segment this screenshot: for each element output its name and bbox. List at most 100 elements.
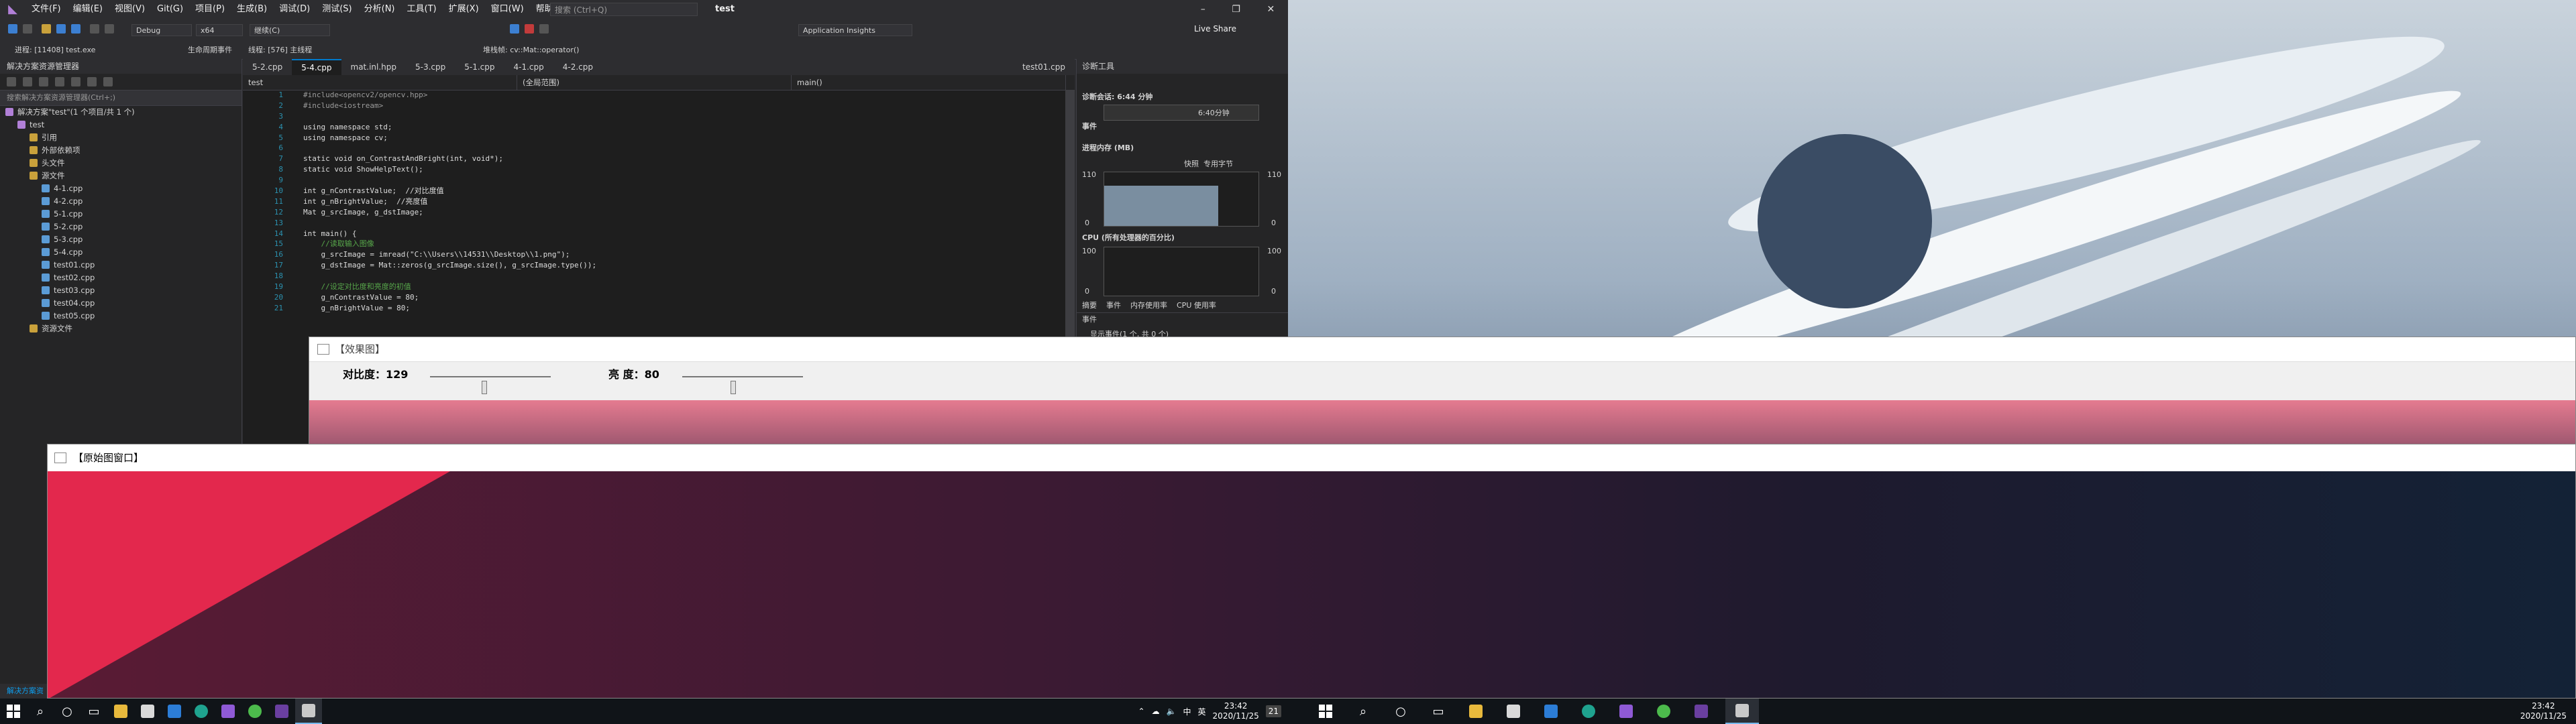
timeline-ruler[interactable]: 6:40分钟 (1104, 105, 1259, 121)
menu-window[interactable]: 窗口(W) (485, 0, 530, 19)
code-line[interactable]: int g_nBrightValue; //亮度值 (303, 196, 596, 207)
code-line[interactable]: Mat g_srcImage, g_dstImage; (303, 207, 596, 218)
menu-edit[interactable]: 编辑(E) (67, 0, 109, 19)
tab-memory[interactable]: 内存使用率 (1130, 299, 1167, 312)
tree-item[interactable]: 5-4.cpp (0, 246, 241, 259)
code-line[interactable] (303, 143, 596, 154)
chevron-up-icon[interactable]: ⌃ (1138, 707, 1145, 716)
lifecycle-events[interactable]: 生命周期事件 (188, 42, 232, 59)
tree-item[interactable]: 头文件 (0, 157, 241, 170)
tab-mat-inl-hpp[interactable]: mat.inl.hpp (341, 59, 407, 75)
tree-item[interactable]: test05.cpp (0, 310, 241, 322)
search-icon[interactable]: ⌕ (27, 699, 54, 724)
code-line[interactable]: using namespace std; (303, 122, 596, 133)
back-icon[interactable] (7, 77, 16, 86)
visual-studio-icon[interactable] (1613, 699, 1640, 724)
vscode-icon[interactable] (161, 699, 188, 724)
wechat-icon[interactable] (1650, 699, 1677, 724)
menu-git[interactable]: Git(G) (151, 0, 189, 19)
code-line[interactable]: //读取输入图像 (303, 239, 596, 249)
save-all-icon[interactable] (71, 24, 80, 34)
code-line[interactable]: int main() { (303, 229, 596, 239)
code-line[interactable]: using namespace cv; (303, 133, 596, 143)
tree-item[interactable]: 资源文件 (0, 322, 241, 335)
brightness-track[interactable] (682, 376, 803, 394)
notification-badge[interactable]: 21 (1265, 705, 1281, 717)
menu-analyze[interactable]: 分析(N) (358, 0, 401, 19)
tree-item[interactable]: 4-1.cpp (0, 182, 241, 195)
file-explorer-icon[interactable] (1462, 699, 1489, 724)
memory-chart[interactable] (1104, 172, 1259, 227)
thread-select[interactable]: 线程: [576] 主线程 (248, 42, 312, 59)
network-icon[interactable]: ☁ (1152, 707, 1160, 716)
menu-test[interactable]: 测试(S) (316, 0, 358, 19)
maximize-icon[interactable]: ❐ (1232, 4, 1240, 15)
tree-item[interactable]: test03.cpp (0, 284, 241, 297)
code-line[interactable] (303, 271, 596, 282)
code-line[interactable]: //设定对比度和亮度的初值 (303, 282, 596, 292)
menu-tools[interactable]: 工具(T) (401, 0, 443, 19)
code-line[interactable] (303, 218, 596, 229)
stop-icon[interactable] (525, 24, 534, 34)
code-line[interactable]: g_srcImage = imread("C:\\Users\\14531\\D… (303, 249, 596, 260)
clock[interactable]: 23:42 2020/11/25 (1213, 701, 1259, 721)
code-line[interactable]: static void on_ContrastAndBright(int, vo… (303, 154, 596, 164)
tab-5-3-cpp[interactable]: 5-3.cpp (406, 59, 455, 75)
visual-studio-icon[interactable] (215, 699, 241, 724)
tab-cpu[interactable]: CPU 使用率 (1177, 299, 1216, 312)
pause-icon[interactable] (510, 24, 519, 34)
continue-button[interactable]: 继续(C) (250, 24, 330, 36)
search-icon[interactable]: ⌕ (1350, 699, 1377, 724)
properties-icon[interactable] (103, 77, 113, 86)
wechat-icon[interactable] (241, 699, 268, 724)
code-line[interactable]: #include<opencv2/opencv.hpp> (303, 90, 596, 101)
menu-project[interactable]: 项目(P) (189, 0, 231, 19)
tree-item[interactable]: 5-2.cpp (0, 221, 241, 233)
file-explorer-icon[interactable] (107, 699, 134, 724)
vscode-icon[interactable] (1538, 699, 1564, 724)
app-icon[interactable] (1688, 699, 1715, 724)
open-folder-icon[interactable] (42, 24, 51, 34)
project-select[interactable]: test (243, 75, 517, 90)
tab-events[interactable]: 事件 (1106, 299, 1121, 312)
process-select[interactable]: 进程: [11408] test.exe (15, 42, 95, 59)
live-share-button[interactable]: Live Share (1194, 24, 1236, 34)
save-icon[interactable] (56, 24, 66, 34)
tab-5-2-cpp[interactable]: 5-2.cpp (243, 59, 292, 75)
start-button[interactable] (0, 699, 27, 724)
contrast-slider-thumb[interactable] (482, 381, 487, 394)
cpu-chart[interactable] (1104, 247, 1259, 296)
menu-build[interactable]: 生成(B) (231, 0, 273, 19)
tree-item[interactable]: 解决方案"test"(1 个项目/共 1 个) (0, 106, 241, 119)
back-icon[interactable] (8, 24, 17, 34)
tree-item[interactable]: 源文件 (0, 170, 241, 182)
cortana-icon[interactable]: ○ (54, 699, 80, 724)
edge-icon[interactable] (188, 699, 215, 724)
menu-file[interactable]: 文件(F) (25, 0, 67, 19)
config-select[interactable]: Debug (131, 24, 192, 36)
tree-item[interactable]: 4-2.cpp (0, 195, 241, 208)
tree-item[interactable]: 5-3.cpp (0, 233, 241, 246)
app-icon[interactable] (268, 699, 295, 724)
member-select[interactable]: main() (792, 75, 1066, 90)
close-icon[interactable]: ✕ (1267, 4, 1275, 15)
ime-language[interactable]: 中 (1183, 706, 1191, 717)
sync-icon[interactable] (55, 77, 64, 86)
redo-icon[interactable] (105, 24, 114, 34)
contrast-track[interactable] (430, 376, 551, 394)
opencv-window-icon[interactable] (1725, 699, 1759, 724)
visual-studio-icon[interactable]: ◣ (5, 2, 20, 17)
search-input[interactable]: 搜索 (Ctrl+Q) (550, 3, 698, 16)
scope-select[interactable]: (全局范围) (517, 75, 792, 90)
cortana-icon[interactable]: ○ (1387, 699, 1414, 724)
tree-item[interactable]: 外部依赖项 (0, 144, 241, 157)
opencv-window-icon[interactable] (295, 699, 322, 724)
tree-item[interactable]: test (0, 119, 241, 131)
collapse-icon[interactable] (87, 77, 97, 86)
app-insights-button[interactable]: Application Insights (798, 24, 912, 36)
solution-search-input[interactable]: 搜索解决方案资源管理器(Ctrl+;) (0, 90, 241, 106)
restart-icon[interactable] (539, 24, 549, 34)
task-view-icon[interactable]: ▭ (80, 699, 107, 724)
code-line[interactable]: static void ShowHelpText(); (303, 164, 596, 175)
brightness-slider-thumb[interactable] (731, 381, 736, 394)
